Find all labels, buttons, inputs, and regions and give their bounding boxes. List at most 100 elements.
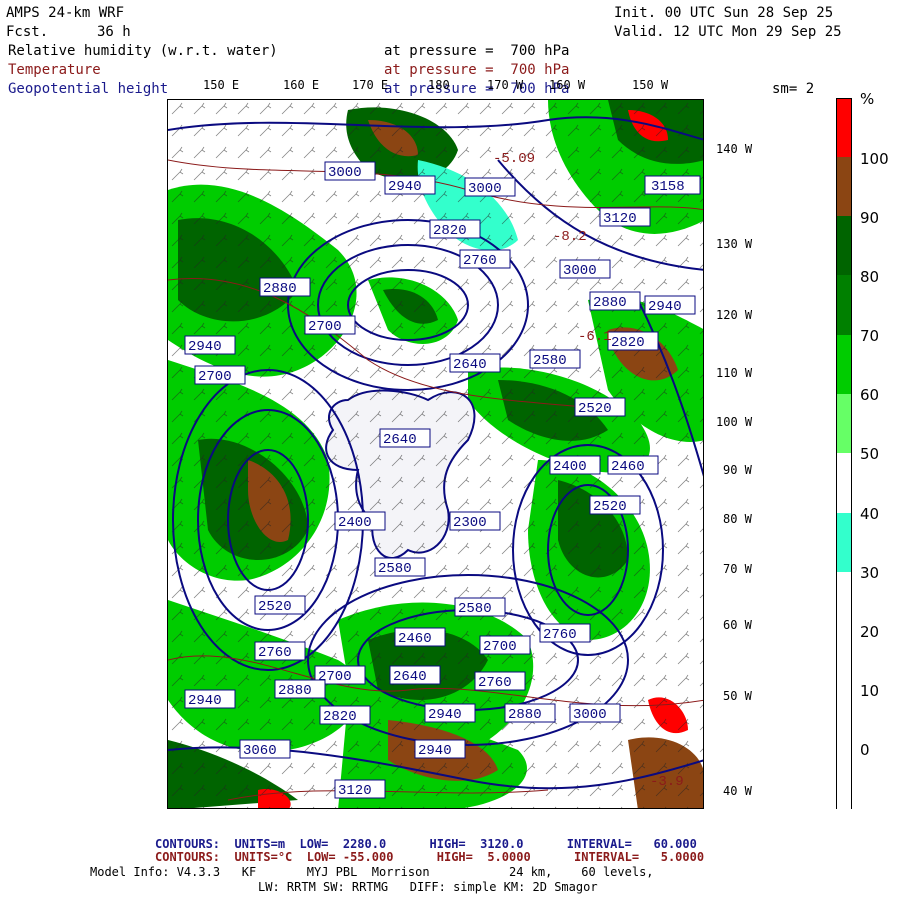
- height-label: 2820: [429, 219, 481, 239]
- svg-text:2880: 2880: [508, 707, 542, 723]
- wind-barbs: [168, 100, 703, 808]
- temp-label: -8.2: [553, 229, 587, 245]
- lat-label: 40 W: [723, 784, 752, 798]
- height-label: 2940: [384, 175, 436, 195]
- model-title: AMPS 24-km WRF: [6, 5, 125, 21]
- svg-text:2520: 2520: [258, 599, 292, 615]
- lon-label: 150 E: [203, 78, 240, 92]
- height-label: 2940: [414, 739, 466, 759]
- svg-text:2940: 2940: [188, 693, 222, 709]
- height-label: 2820: [319, 705, 371, 725]
- svg-text:2760: 2760: [478, 675, 512, 691]
- lat-label: 120 W: [716, 308, 753, 322]
- svg-text:3000: 3000: [468, 181, 502, 197]
- temperature-pressure-label: at pressure = 700 hPa: [384, 62, 570, 78]
- height-label: 2940: [184, 689, 236, 709]
- forecast-label: Fcst.: [6, 24, 49, 40]
- colorbar-label: 90: [860, 209, 880, 227]
- temperature-contour-info: CONTOURS: UNITS=°C LOW= -55.000 HIGH= 5.…: [155, 850, 705, 864]
- svg-text:2940: 2940: [418, 743, 452, 759]
- svg-text:2820: 2820: [611, 335, 645, 351]
- svg-text:3000: 3000: [563, 263, 597, 279]
- svg-text:2700: 2700: [198, 369, 232, 385]
- rh-pressure-label: at pressure = 700 hPa: [384, 43, 570, 59]
- colorbar-label: 60: [860, 386, 880, 404]
- svg-text:2760: 2760: [463, 253, 497, 269]
- height-contour-info: CONTOURS: UNITS=m LOW= 2280.0 HIGH= 3120…: [155, 837, 697, 851]
- map-field: 3000 2940 3000 3158 3120 2880 2820 2760 …: [168, 100, 703, 808]
- colorbar-segment: [837, 335, 851, 394]
- colorbar-label: 70: [860, 327, 880, 345]
- valid-time: Valid. 12 UTC Mon 29 Sep 25: [614, 24, 842, 40]
- lat-label: 140 W: [716, 142, 753, 156]
- lat-label: 50 W: [723, 689, 752, 703]
- height-label: 2400: [334, 511, 386, 531]
- svg-text:2880: 2880: [278, 683, 312, 699]
- colorbar-segment: [837, 275, 851, 335]
- height-label: 2880: [274, 679, 326, 699]
- svg-text:2940: 2940: [648, 299, 682, 315]
- height-label: 2880: [504, 703, 556, 723]
- height-label: 3000: [464, 177, 516, 197]
- svg-text:2580: 2580: [458, 601, 492, 617]
- height-label: 2580: [529, 349, 581, 369]
- svg-text:2460: 2460: [611, 459, 645, 475]
- height-label: 3000: [324, 161, 376, 181]
- colorbar-label: 30: [860, 564, 880, 582]
- height-label: 2300: [449, 511, 501, 531]
- height-label: 2760: [539, 623, 591, 643]
- lat-label: 130 W: [716, 237, 753, 251]
- svg-text:3120: 3120: [603, 211, 637, 227]
- lat-label: 60 W: [723, 618, 752, 632]
- rh-variable-label: Relative humidity (w.r.t. water): [8, 43, 278, 59]
- temp-label: -3.9: [650, 774, 684, 790]
- init-time: Init. 00 UTC Sun 28 Sep 25: [614, 5, 834, 21]
- height-label: 2580: [373, 555, 423, 574]
- colorbar-segment: [837, 157, 851, 216]
- height-pressure-label: at pressure = 700 hPa: [384, 81, 570, 97]
- lon-label: 170 E: [352, 78, 389, 92]
- colorbar-segment: [837, 513, 851, 572]
- model-info: Model Info: V4.3.3 KF MYJ PBL Morrison 2…: [90, 865, 654, 879]
- map-panel: 3000 2940 3000 3158 3120 2880 2820 2760 …: [167, 99, 704, 809]
- svg-text:2940: 2940: [188, 339, 222, 355]
- height-label: 2940: [184, 335, 236, 355]
- svg-text:2460: 2460: [398, 631, 432, 647]
- temp-label: -5.09: [493, 151, 535, 167]
- height-label: 3158: [644, 175, 701, 195]
- colorbar-label: 20: [860, 623, 880, 641]
- height-label: 2760: [459, 249, 511, 269]
- colorbar-segment: [837, 453, 851, 513]
- svg-text:2760: 2760: [543, 627, 577, 643]
- height-label: 2580: [454, 597, 506, 617]
- svg-text:2700: 2700: [483, 639, 517, 655]
- height-label: 2820: [607, 331, 659, 351]
- height-label: 2460: [607, 455, 659, 475]
- humidity-colorbar: [836, 98, 852, 810]
- svg-text:2820: 2820: [323, 709, 357, 725]
- smoothing-label: sm= 2: [772, 81, 815, 97]
- svg-text:2640: 2640: [383, 432, 417, 448]
- colorbar-label: 80: [860, 268, 880, 286]
- height-label: 2940: [644, 295, 696, 315]
- height-label: 2520: [589, 495, 641, 515]
- height-label: 2640: [385, 668, 435, 687]
- height-label: 2520: [574, 397, 626, 417]
- svg-text:2940: 2940: [388, 179, 422, 195]
- colorbar-segment: [837, 572, 851, 810]
- svg-text:2700: 2700: [308, 319, 342, 335]
- svg-text:2880: 2880: [263, 281, 297, 297]
- height-label: 2760: [254, 641, 306, 661]
- svg-text:2520: 2520: [578, 401, 612, 417]
- height-label: 2700: [194, 365, 246, 385]
- height-label: 2700: [304, 315, 356, 335]
- colorbar-segment: [837, 216, 851, 275]
- svg-text:2760: 2760: [258, 645, 292, 661]
- height-label: 3060: [239, 739, 291, 759]
- height-label: 2880: [589, 291, 641, 311]
- lon-label: 160 W: [549, 78, 586, 92]
- height-label: 2700: [479, 635, 531, 655]
- height-variable-label: Geopotential height: [8, 81, 169, 97]
- colorbar-unit: %: [860, 90, 875, 108]
- lat-label: 90 W: [723, 463, 752, 477]
